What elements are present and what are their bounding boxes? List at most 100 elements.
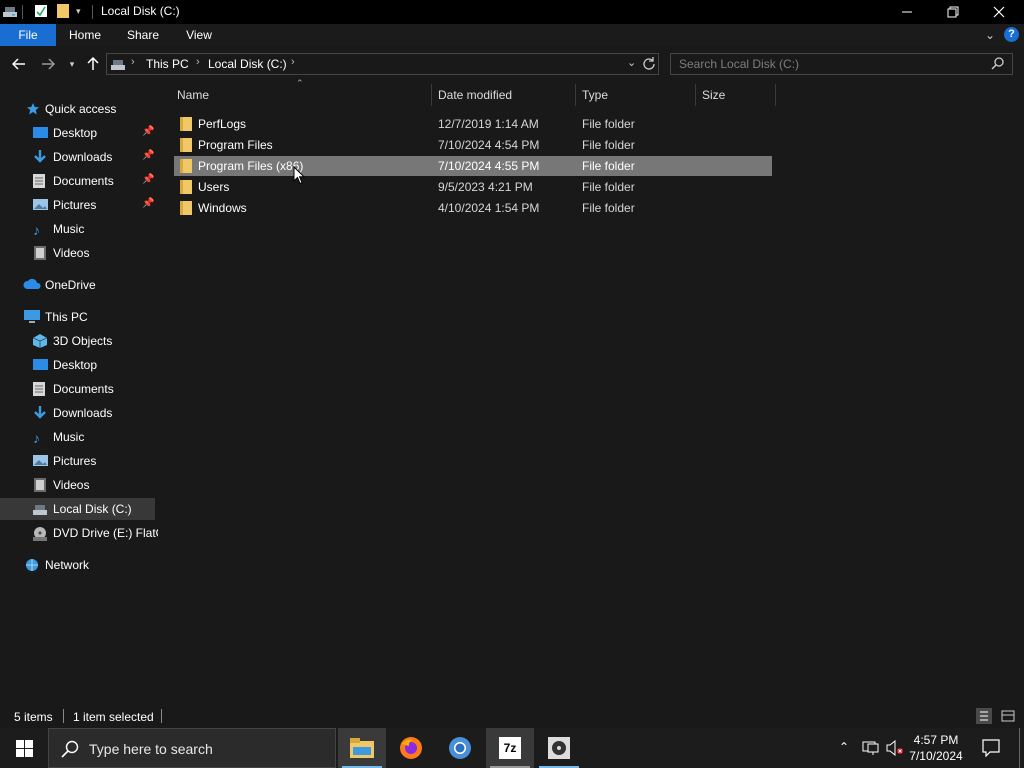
new-folder-icon[interactable] bbox=[57, 4, 69, 21]
nav-pc-local-disk[interactable]: Local Disk (C:) bbox=[0, 498, 155, 520]
tab-home[interactable]: Home bbox=[58, 24, 112, 46]
chevron-right-icon[interactable]: › bbox=[131, 56, 135, 68]
column-header-size[interactable]: Size bbox=[702, 88, 725, 102]
file-name: PerfLogs bbox=[198, 117, 247, 131]
search-input[interactable] bbox=[679, 56, 979, 72]
table-row-selected[interactable]: Program Files (x86) 7/10/2024 4:55 PM Fi… bbox=[174, 156, 772, 176]
refresh-icon[interactable] bbox=[642, 56, 656, 73]
show-desktop-button[interactable] bbox=[1019, 728, 1020, 768]
taskbar-file-explorer[interactable] bbox=[338, 728, 386, 768]
taskbar-installer[interactable] bbox=[535, 728, 583, 768]
breadcrumb-local-disk[interactable]: Local Disk (C:) bbox=[208, 57, 287, 71]
chevron-up-icon[interactable]: ⌃ bbox=[839, 740, 849, 754]
taskbar-chromium[interactable] bbox=[436, 728, 484, 768]
nav-quick-desktop[interactable]: Desktop 📌 bbox=[0, 122, 158, 144]
taskbar-firefox[interactable] bbox=[387, 728, 435, 768]
table-row[interactable]: Windows 4/10/2024 1:54 PM File folder bbox=[174, 198, 772, 218]
nav-quick-access[interactable]: Quick access bbox=[0, 98, 158, 120]
address-bar[interactable]: › This PC › Local Disk (C:) › ⌄ bbox=[106, 53, 659, 75]
nav-pc-videos[interactable]: Videos bbox=[0, 474, 158, 496]
large-icons-view-button[interactable] bbox=[1000, 708, 1016, 724]
search-icon[interactable] bbox=[991, 56, 1005, 73]
nav-quick-music[interactable]: ♪ Music bbox=[0, 218, 158, 240]
address-dropdown-icon[interactable]: ⌄ bbox=[627, 56, 636, 69]
up-button[interactable] bbox=[83, 54, 103, 74]
nav-pc-dvd-drive[interactable]: DVD Drive (E:) FlatO bbox=[0, 522, 158, 544]
expand-ribbon-icon[interactable]: ⌄ bbox=[985, 28, 995, 42]
restore-button[interactable] bbox=[930, 0, 976, 24]
system-clock[interactable]: 4:57 PM 7/10/2024 bbox=[906, 732, 966, 764]
sort-ascending-icon: ⌃ bbox=[296, 78, 304, 88]
firefox-icon bbox=[400, 737, 422, 759]
tab-view[interactable]: View bbox=[172, 24, 226, 46]
pin-icon[interactable]: 📌 bbox=[142, 198, 154, 209]
column-separator[interactable] bbox=[775, 84, 776, 106]
document-icon bbox=[33, 382, 49, 396]
nav-label: Downloads bbox=[53, 406, 113, 420]
minimize-button[interactable] bbox=[884, 0, 930, 24]
column-separator[interactable] bbox=[575, 84, 576, 106]
nav-pc-downloads[interactable]: Downloads bbox=[0, 402, 158, 424]
file-type: File folder bbox=[582, 180, 635, 194]
nav-pc-desktop[interactable]: Desktop bbox=[0, 354, 158, 376]
divider bbox=[161, 709, 162, 723]
file-name: Users bbox=[198, 180, 230, 194]
close-button[interactable] bbox=[976, 0, 1022, 24]
nav-quick-documents[interactable]: Documents 📌 bbox=[0, 170, 158, 192]
pin-icon[interactable]: 📌 bbox=[142, 150, 154, 161]
nav-label: This PC bbox=[45, 310, 88, 324]
properties-icon[interactable] bbox=[34, 4, 48, 21]
forward-button[interactable] bbox=[38, 54, 58, 74]
search-box[interactable] bbox=[670, 53, 1013, 75]
folder-icon bbox=[180, 138, 192, 152]
notifications-icon[interactable] bbox=[982, 739, 1000, 760]
column-header-date-modified[interactable]: Date modified bbox=[438, 88, 512, 102]
nav-quick-videos[interactable]: Videos bbox=[0, 242, 158, 264]
nav-pc-music[interactable]: ♪ Music bbox=[0, 426, 158, 448]
nav-network[interactable]: Network bbox=[0, 554, 158, 576]
nav-label: Music bbox=[53, 430, 85, 444]
installer-icon bbox=[548, 737, 570, 759]
taskbar-search-text: Type here to search bbox=[89, 741, 213, 757]
start-button[interactable] bbox=[0, 728, 48, 768]
folder-icon bbox=[180, 201, 192, 215]
nav-quick-pictures[interactable]: Pictures 📌 bbox=[0, 194, 158, 216]
navigation-pane: Quick access Desktop 📌 Downloads 📌 Docum… bbox=[0, 82, 158, 704]
details-view-button[interactable] bbox=[976, 708, 992, 724]
nav-label: Music bbox=[53, 222, 85, 236]
back-button[interactable] bbox=[9, 54, 29, 74]
column-header-name[interactable]: Name bbox=[177, 88, 209, 102]
volume-muted-icon[interactable] bbox=[886, 739, 904, 759]
seven-zip-icon: 7z bbox=[499, 737, 521, 759]
table-row[interactable]: Program Files 7/10/2024 4:54 PM File fol… bbox=[174, 135, 772, 155]
chevron-right-icon[interactable]: › bbox=[291, 56, 295, 68]
tab-share[interactable]: Share bbox=[116, 24, 170, 46]
pin-icon[interactable]: 📌 bbox=[142, 174, 154, 185]
nav-pc-documents[interactable]: Documents bbox=[0, 378, 158, 400]
column-separator[interactable] bbox=[695, 84, 696, 106]
table-row[interactable]: Users 9/5/2023 4:21 PM File folder bbox=[174, 177, 772, 197]
chevron-right-icon[interactable]: › bbox=[196, 56, 200, 68]
file-name: Program Files bbox=[198, 138, 273, 152]
network-status-icon[interactable] bbox=[862, 740, 880, 759]
nav-pc-pictures[interactable]: Pictures bbox=[0, 450, 158, 472]
nav-pc-3d-objects[interactable]: 3D Objects bbox=[0, 330, 158, 352]
customize-toolbar-icon[interactable]: ▾ bbox=[76, 6, 81, 17]
cloud-icon bbox=[23, 278, 41, 292]
nav-onedrive[interactable]: OneDrive bbox=[0, 274, 158, 296]
pin-icon[interactable]: 📌 bbox=[142, 126, 154, 137]
breadcrumb-this-pc[interactable]: This PC bbox=[146, 57, 189, 71]
nav-quick-downloads[interactable]: Downloads 📌 bbox=[0, 146, 158, 168]
column-header-type[interactable]: Type bbox=[582, 88, 608, 102]
desktop-icon bbox=[33, 358, 49, 372]
taskbar-7zip[interactable]: 7z bbox=[486, 728, 534, 768]
column-separator[interactable] bbox=[431, 84, 432, 106]
taskbar-search-box[interactable]: Type here to search bbox=[48, 728, 336, 768]
help-icon[interactable]: ? bbox=[1004, 27, 1019, 42]
recent-locations-icon[interactable]: ▾ bbox=[62, 54, 82, 74]
drive-icon[interactable] bbox=[2, 4, 18, 21]
computer-icon bbox=[24, 310, 40, 324]
nav-this-pc[interactable]: This PC bbox=[0, 306, 158, 328]
tab-file[interactable]: File bbox=[0, 24, 56, 46]
table-row[interactable]: PerfLogs 12/7/2019 1:14 AM File folder bbox=[174, 114, 772, 134]
